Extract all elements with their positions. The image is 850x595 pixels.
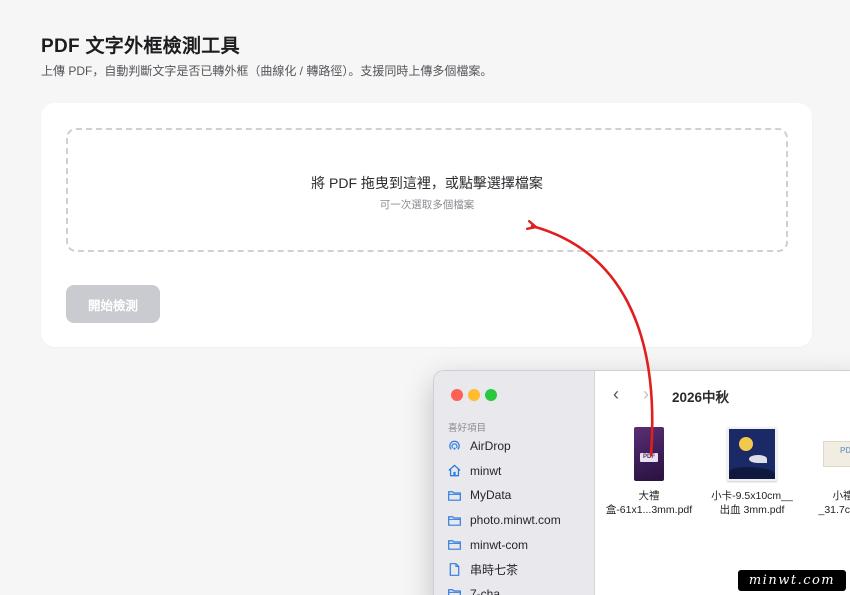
- file-name-line1: 小卡-9.5x10cm__: [711, 490, 793, 502]
- file-item[interactable]: 小卡-9.5x10cm__ 出血 3mm.pdf: [702, 427, 802, 517]
- pdf-tag: PDF: [640, 453, 658, 462]
- file-name-line1: 小禮: [832, 490, 850, 502]
- sidebar-item-airdrop[interactable]: AirDrop: [447, 434, 592, 459]
- finder-sidebar: 喜好項目 AirDrop minwt MyData photo.minwt.co…: [434, 371, 595, 595]
- folder-icon: [447, 488, 462, 503]
- moon-illustration: [739, 437, 753, 451]
- folder-icon: [447, 537, 462, 552]
- folder-icon: [447, 586, 462, 595]
- back-chevron-icon[interactable]: ‹: [613, 385, 627, 403]
- dropzone-sub-text: 可一次選取多個檔案: [379, 199, 475, 211]
- sidebar-item-label: 串時七茶: [470, 562, 519, 577]
- file-name-line1: 大禮: [638, 490, 660, 502]
- file-name-line2: 盒-61x1...3mm.pdf: [605, 504, 693, 516]
- sidebar-section-favorites: 喜好項目: [448, 423, 487, 434]
- finder-content: ‹ › 2026中秋 PDF 大禮 盒-61x1...3mm.pdf 小卡-9.…: [595, 371, 850, 595]
- forward-chevron-icon[interactable]: ›: [643, 385, 657, 403]
- sidebar-item-minwt[interactable]: minwt: [447, 459, 592, 484]
- pdf-thumbnail: PDF: [634, 427, 664, 481]
- sidebar-item-label: MyData: [470, 488, 512, 503]
- file-item[interactable]: PDF 大禮 盒-61x1...3mm.pdf: [599, 427, 699, 517]
- dropzone-main-text: 將 PDF 拖曳到這裡，或點擊選擇檔案: [311, 175, 543, 191]
- document-icon: [447, 562, 462, 577]
- finder-window: 喜好項目 AirDrop minwt MyData photo.minwt.co…: [433, 370, 850, 595]
- pdf-tag: PDF: [840, 446, 850, 455]
- sidebar-item-label: 7-cha: [470, 586, 501, 595]
- sidebar-item-label: AirDrop: [470, 439, 511, 454]
- sidebar-item-document[interactable]: 串時七茶: [447, 557, 592, 582]
- sidebar-item-7-cha[interactable]: 7-cha: [447, 582, 592, 595]
- sidebar-item-photo-minwt[interactable]: photo.minwt.com: [447, 508, 592, 533]
- pdf-dropzone[interactable]: 將 PDF 拖曳到這裡，或點擊選擇檔案 可一次選取多個檔案: [66, 128, 788, 252]
- file-item[interactable]: PDF 小禮 _31.7cm...: [793, 427, 850, 517]
- close-window-button[interactable]: [451, 389, 463, 401]
- watermark-logo: minwt.com: [738, 570, 846, 591]
- minimize-window-button[interactable]: [468, 389, 480, 401]
- sidebar-item-mydata[interactable]: MyData: [447, 483, 592, 508]
- upload-card: 將 PDF 拖曳到這裡，或點擊選擇檔案 可一次選取多個檔案 開始檢測: [41, 103, 812, 347]
- sidebar-item-label: photo.minwt.com: [470, 513, 561, 528]
- sidebar-item-minwt-com[interactable]: minwt-com: [447, 532, 592, 557]
- home-icon: [447, 463, 462, 478]
- start-check-button[interactable]: 開始檢測: [66, 285, 160, 323]
- pdf-thumbnail: PDF: [823, 441, 850, 467]
- sidebar-item-label: minwt-com: [470, 537, 529, 552]
- hill-illustration: [729, 467, 775, 479]
- file-name-line2: _31.7cm...: [818, 504, 850, 516]
- sidebar-list: AirDrop minwt MyData photo.minwt.com min…: [447, 434, 592, 595]
- page-subtitle: 上傳 PDF，自動判斷文字是否已轉外框（曲線化 / 轉路徑）。支援同時上傳多個檔…: [41, 64, 493, 78]
- folder-title: 2026中秋: [672, 390, 730, 405]
- zoom-window-button[interactable]: [485, 389, 497, 401]
- bird-illustration: [749, 455, 767, 463]
- airdrop-icon: [447, 439, 462, 454]
- folder-icon: [447, 513, 462, 528]
- sidebar-item-label: minwt: [470, 463, 502, 478]
- pdf-thumbnail: [727, 427, 777, 481]
- file-name-line2: 出血 3mm.pdf: [719, 504, 785, 516]
- page-title: PDF 文字外框檢測工具: [41, 36, 240, 57]
